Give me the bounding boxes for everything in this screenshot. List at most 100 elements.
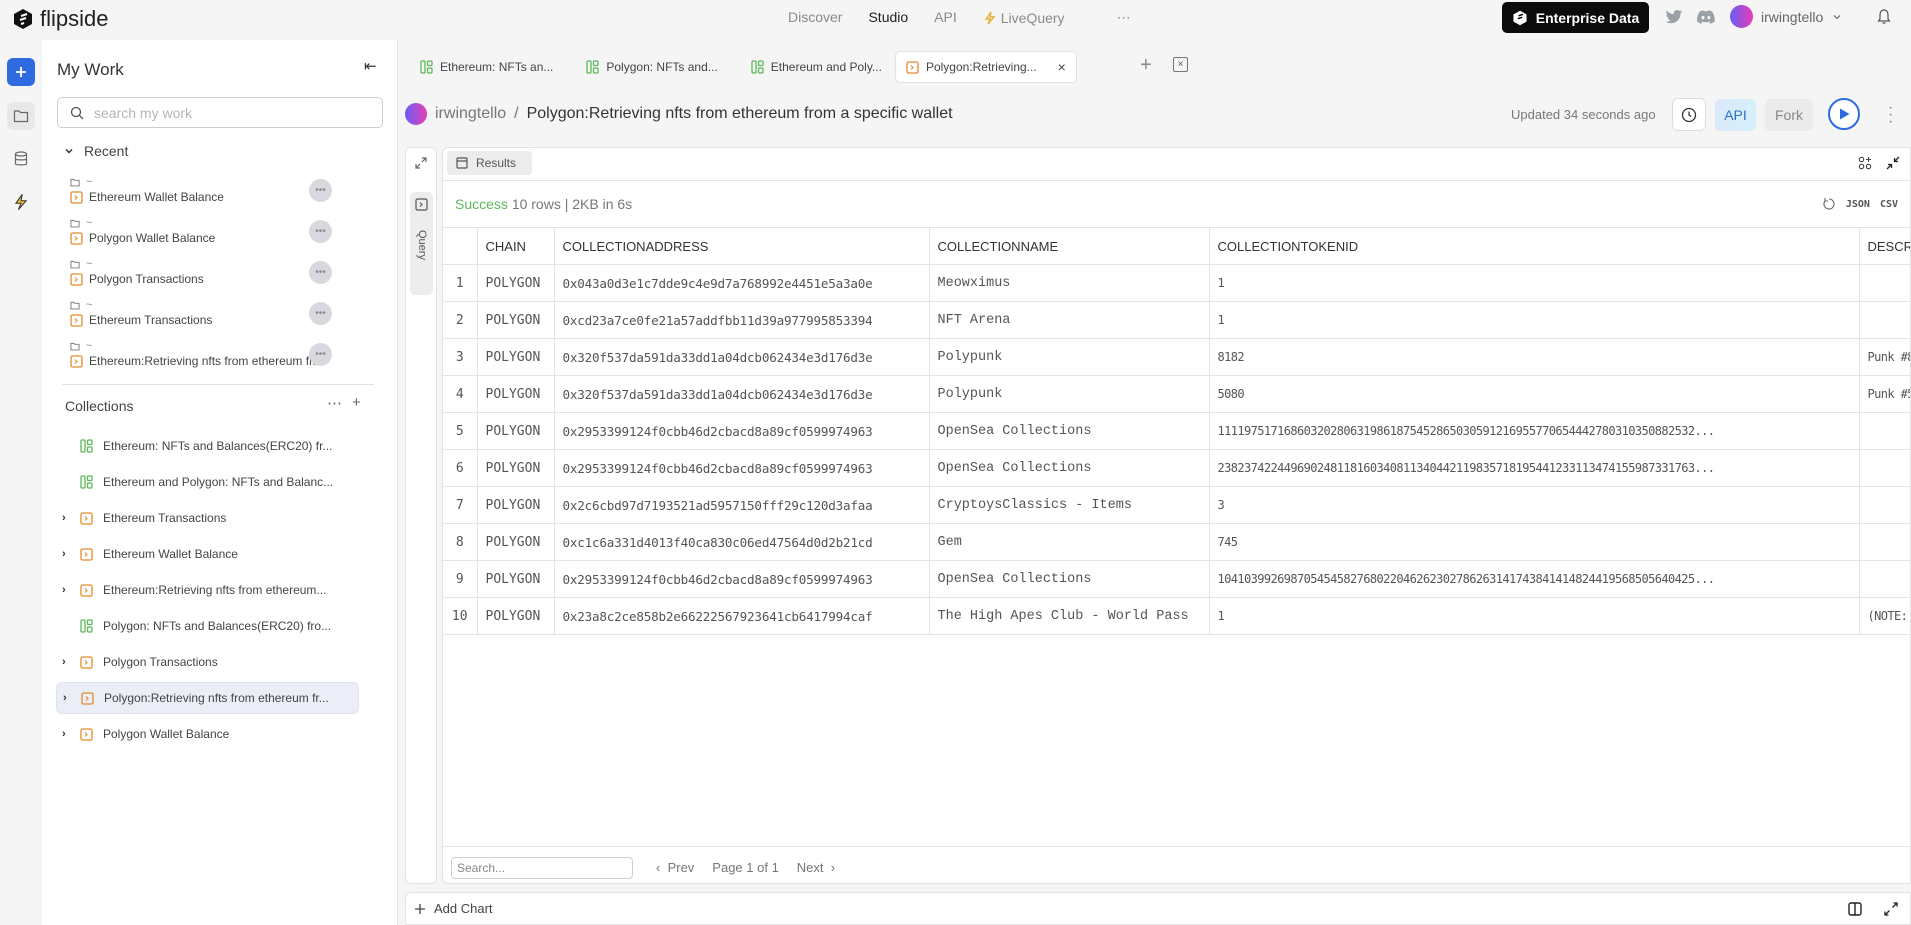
close-all-tabs-button[interactable]: × — [1173, 57, 1188, 72]
table-cell[interactable]: 9 — [443, 560, 478, 598]
table-cell[interactable] — [1859, 412, 1910, 450]
table-cell[interactable] — [1859, 449, 1910, 487]
recent-item-more-button[interactable]: ••• — [309, 179, 332, 202]
table-cell[interactable]: 10 — [443, 597, 478, 635]
table-cell[interactable]: CryptoysClassics - Items — [929, 486, 1210, 524]
table-cell[interactable]: Polypunk — [929, 338, 1210, 376]
collection-item[interactable]: › Polygon Transactions — [56, 646, 359, 678]
table-cell[interactable]: Meowximus — [929, 264, 1210, 302]
table-cell[interactable]: OpenSea Collections — [929, 412, 1210, 450]
prev-page-button[interactable]: ‹ Prev — [656, 860, 694, 875]
next-page-button[interactable]: Next › — [797, 860, 835, 875]
table-cell[interactable]: 1 — [1209, 264, 1860, 302]
editor-tab[interactable]: Polygon: NFTs and... — [576, 51, 727, 83]
nav-api[interactable]: API — [934, 9, 957, 26]
enterprise-data-button[interactable]: Enterprise Data — [1502, 2, 1649, 33]
table-cell[interactable]: Polypunk — [929, 375, 1210, 413]
add-visualization-icon[interactable] — [1858, 156, 1872, 170]
nav-discover[interactable]: Discover — [788, 9, 842, 26]
table-cell[interactable]: 0xc1c6a331d4013f40ca830c06ed47564d0d2b21… — [554, 523, 930, 561]
table-cell[interactable]: 0x2953399124f0cbb46d2cbacd8a89cf05999749… — [554, 560, 930, 598]
more-options-button[interactable]: · · · — [1888, 100, 1893, 130]
table-cell[interactable]: 0x2c6cbd97d7193521ad5957150fff29c120d3af… — [554, 486, 930, 524]
results-search-input[interactable] — [451, 857, 633, 879]
nav-livequery[interactable]: LiveQuery — [983, 9, 1091, 26]
recent-item[interactable]: ~ Polygon Transactions ••• — [70, 258, 400, 296]
table-cell[interactable]: 0x320f537da591da33dd1a04dcb062434e3d176d… — [554, 375, 930, 413]
table-cell[interactable]: 0x320f537da591da33dd1a04dcb062434e3d176d… — [554, 338, 930, 376]
collection-item[interactable]: Ethereum and Polygon: NFTs and Balanc... — [56, 466, 359, 498]
nav-more-button[interactable]: ⋯ — [1117, 9, 1131, 26]
table-cell[interactable]: POLYGON — [477, 597, 555, 635]
table-cell[interactable]: POLYGON — [477, 301, 555, 339]
split-view-icon[interactable] — [1848, 902, 1862, 916]
recent-item[interactable]: ~ Ethereum:Retrieving nfts from ethereum… — [70, 340, 400, 378]
close-tab-icon[interactable]: × — [1058, 59, 1066, 75]
collapse-sidebar-icon[interactable]: ⇤ — [364, 57, 377, 75]
table-cell[interactable]: POLYGON — [477, 412, 555, 450]
table-cell[interactable]: OpenSea Collections — [929, 449, 1210, 487]
history-button[interactable] — [1672, 98, 1706, 131]
my-work-button[interactable] — [7, 102, 35, 130]
table-cell[interactable]: 0xcd23a7ce0fe21a57addfbb11d39a9779958533… — [554, 301, 930, 339]
results-tab[interactable]: Results — [447, 151, 532, 175]
recent-item[interactable]: ~ Polygon Wallet Balance ••• — [70, 217, 400, 255]
table-cell[interactable]: POLYGON — [477, 560, 555, 598]
table-cell[interactable]: POLYGON — [477, 449, 555, 487]
table-cell[interactable]: 1 — [443, 264, 478, 302]
table-cell[interactable]: POLYGON — [477, 338, 555, 376]
new-tab-button[interactable]: + — [1140, 54, 1152, 77]
add-chart-button[interactable]: Add Chart — [414, 901, 493, 916]
run-query-button[interactable] — [1828, 98, 1860, 130]
export-csv-button[interactable]: CSV — [1880, 199, 1898, 210]
table-cell[interactable]: POLYGON — [477, 523, 555, 561]
recent-item[interactable]: ~ Ethereum Transactions ••• — [70, 299, 400, 337]
table-cell[interactable]: 745 — [1209, 523, 1860, 561]
table-cell[interactable]: NFT Arena — [929, 301, 1210, 339]
table-cell[interactable]: 7 — [443, 486, 478, 524]
recent-item-more-button[interactable]: ••• — [309, 261, 332, 284]
table-cell[interactable]: The High Apes Club - World Pass — [929, 597, 1210, 635]
recent-item-more-button[interactable]: ••• — [309, 302, 332, 325]
collection-item[interactable]: › Ethereum:Retrieving nfts from ethereum… — [56, 574, 359, 606]
table-cell[interactable]: (NOTE: — [1859, 597, 1910, 635]
table-cell[interactable]: 0x23a8c2ce858b2e66222567923641cb6417994c… — [554, 597, 930, 635]
recent-item[interactable]: ~ Ethereum Wallet Balance ••• — [70, 176, 400, 214]
expand-icon[interactable] — [414, 156, 428, 170]
query-title[interactable]: Polygon:Retrieving nfts from ethereum fr… — [527, 105, 953, 123]
table-cell[interactable]: Punk #8 — [1859, 338, 1910, 376]
column-header[interactable]: DESCRIPTION — [1859, 227, 1910, 265]
table-cell[interactable] — [1859, 560, 1910, 598]
table-cell[interactable]: 5 — [443, 412, 478, 450]
fork-button[interactable]: Fork — [1765, 99, 1813, 131]
data-explorer-button[interactable] — [7, 145, 35, 173]
export-json-button[interactable]: JSON — [1846, 199, 1870, 210]
table-cell[interactable]: 5080 — [1209, 375, 1860, 413]
table-cell[interactable] — [1859, 301, 1910, 339]
table-cell[interactable]: 1111975171686032028063198618754528650305… — [1209, 412, 1860, 450]
collections-more-button[interactable]: ⋯ — [327, 394, 342, 412]
chevron-right-icon[interactable]: › — [62, 728, 76, 740]
table-cell[interactable]: 8182 — [1209, 338, 1860, 376]
table-cell[interactable] — [1859, 523, 1910, 561]
table-cell[interactable]: 3 — [443, 338, 478, 376]
chevron-right-icon[interactable]: › — [62, 584, 76, 596]
twitter-icon[interactable] — [1665, 10, 1683, 25]
column-header[interactable]: COLLECTIONTOKENID — [1209, 227, 1860, 265]
api-button[interactable]: API — [1715, 99, 1756, 131]
table-cell[interactable]: Punk #5 — [1859, 375, 1910, 413]
new-button[interactable] — [7, 58, 35, 86]
column-header[interactable]: COLLECTIONNAME — [929, 227, 1210, 265]
chevron-right-icon[interactable]: › — [63, 692, 77, 704]
user-menu[interactable]: irwingtello — [1730, 5, 1843, 28]
collection-item[interactable]: › Ethereum Transactions — [56, 502, 359, 534]
table-cell[interactable]: 0x2953399124f0cbb46d2cbacd8a89cf05999749… — [554, 449, 930, 487]
table-cell[interactable]: 0x2953399124f0cbb46d2cbacd8a89cf05999749… — [554, 412, 930, 450]
editor-tab[interactable]: Ethereum and Poly... — [741, 51, 892, 83]
collection-item[interactable]: › Ethereum Wallet Balance — [56, 538, 359, 570]
table-cell[interactable] — [1859, 264, 1910, 302]
table-cell[interactable]: 1 — [1209, 301, 1860, 339]
livequery-button[interactable] — [7, 188, 35, 216]
collection-item[interactable]: Polygon: NFTs and Balances(ERC20) fro... — [56, 610, 359, 642]
column-header[interactable]: CHAIN — [477, 227, 555, 265]
